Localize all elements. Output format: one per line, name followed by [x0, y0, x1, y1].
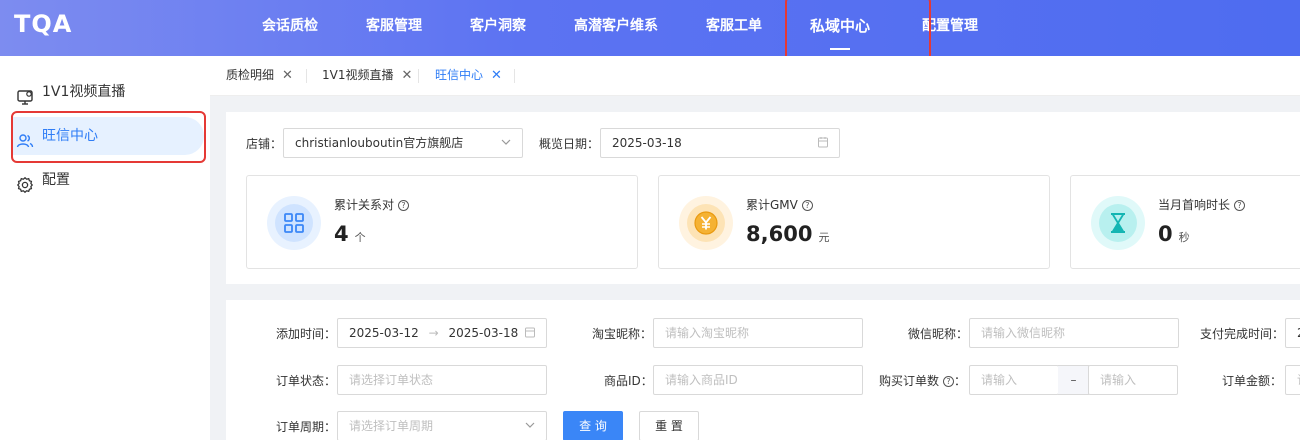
pay-time-picker[interactable]: 2 [1285, 318, 1300, 348]
wechat-nick-input[interactable]: 请输入微信昵称 [969, 318, 1179, 348]
close-icon[interactable]: ✕ [401, 68, 412, 83]
app-logo[interactable]: TQA [14, 10, 72, 38]
yen-icon [679, 196, 733, 250]
chevron-down-icon [524, 412, 536, 440]
gear-icon [16, 171, 34, 194]
nav-session-qc[interactable]: 会话质检 [262, 0, 318, 56]
nav-customer-insight[interactable]: 客户洞察 [470, 0, 526, 56]
stat-card-gmv: 累计GMV? 8,600 元 [658, 175, 1050, 269]
tab-divider [306, 69, 307, 83]
close-icon[interactable]: ✕ [491, 68, 502, 83]
nav-high-potential[interactable]: 高潜客户维系 [574, 0, 658, 56]
monitor-icon [16, 83, 34, 105]
range-separator: – [1058, 365, 1089, 395]
query-button[interactable]: 查 询 [563, 411, 623, 440]
nav-private-domain[interactable]: 私域中心 [810, 0, 870, 56]
reset-button[interactable]: 重 置 [639, 411, 699, 440]
sidebar-item-label: 旺信中心 [42, 128, 98, 144]
range-arrow-icon: → [428, 326, 439, 340]
product-id-input[interactable]: 请输入商品ID [653, 365, 863, 395]
tab-wangxin[interactable]: 旺信中心 ✕ [435, 56, 502, 96]
sidebar-item-label: 配置 [42, 172, 70, 188]
tab-qc-detail[interactable]: 质检明细 ✕ [226, 56, 293, 96]
pay-time-label: 支付完成时间： [1200, 327, 1285, 341]
nav-config-management[interactable]: 配置管理 [922, 0, 978, 56]
stat-unit: 秒 [1178, 231, 1190, 244]
order-status-select[interactable]: 请选择订单状态 [337, 365, 547, 395]
tab-label: 1V1视频直播 [322, 68, 394, 82]
order-amount-label: 订单金额： [1222, 374, 1283, 388]
overview-date-picker[interactable]: 2025-03-18 [600, 128, 840, 158]
order-status-label: 订单状态： [276, 374, 337, 388]
chevron-down-icon [500, 129, 512, 157]
grid-icon [267, 196, 321, 250]
taobao-nick-input[interactable]: 请输入淘宝昵称 [653, 318, 863, 348]
order-cycle-placeholder: 请选择订单周期 [349, 419, 434, 433]
stat-unit: 个 [354, 231, 366, 244]
overview-date-value: 2025-03-18 [612, 136, 682, 150]
add-time-label: 添加时间： [276, 327, 337, 341]
buy-count-max-input[interactable]: 请输入 [1088, 365, 1178, 395]
tab-label: 旺信中心 [435, 68, 484, 82]
tab-divider [514, 69, 515, 83]
stat-unit: 元 [818, 231, 830, 244]
taobao-nick-label: 淘宝昵称： [592, 327, 653, 341]
question-icon[interactable]: ? [1234, 200, 1246, 211]
nav-active-indicator [830, 48, 850, 50]
shop-label: 店铺： [246, 137, 283, 151]
sidebar: 1V1视频直播 旺信中心 配置 [0, 56, 210, 440]
tab-label: 质检明细 [226, 68, 275, 82]
stat-card-first-response: 当月首响时长? 0秒 [1070, 175, 1300, 269]
add-time-end: 2025-03-18 [448, 326, 519, 340]
product-id-label: 商品ID： [604, 374, 653, 388]
tab-divider [418, 69, 419, 83]
nav-private-domain-label: 私域中心 [810, 17, 871, 35]
stat-card-relations: 累计关系对? 4个 [246, 175, 638, 269]
sidebar-item-wangxin[interactable]: 旺信中心 [12, 117, 204, 155]
stat-value: 4个 [334, 222, 366, 246]
calendar-icon [524, 319, 536, 347]
question-icon[interactable]: ? [943, 376, 955, 387]
question-icon[interactable]: ? [398, 200, 410, 211]
sidebar-item-config[interactable]: 配置 [12, 161, 204, 199]
order-cycle-select[interactable]: 请选择订单周期 [337, 411, 547, 440]
calendar-icon [817, 129, 829, 157]
date-label: 概览日期： [539, 137, 600, 151]
wechat-nick-label: 微信昵称： [908, 327, 969, 341]
close-icon[interactable]: ✕ [282, 68, 293, 83]
nav-cs-ticket[interactable]: 客服工单 [706, 0, 762, 56]
add-time-range-picker[interactable]: 2025-03-12 → 2025-03-18 [337, 318, 547, 348]
shop-select-value: christianlouboutin官方旗舰店 [295, 136, 464, 150]
shop-select[interactable]: christianlouboutin官方旗舰店 [283, 128, 523, 158]
order-amount-input[interactable]: 请 [1285, 365, 1300, 395]
order-cycle-label: 订单周期： [276, 420, 337, 434]
stat-value: 0秒 [1158, 222, 1190, 246]
question-icon[interactable]: ? [801, 200, 813, 211]
sidebar-item-label: 1V1视频直播 [42, 84, 126, 100]
buy-count-min-input[interactable]: 请输入 [969, 365, 1059, 395]
stat-label: 累计关系对? [334, 196, 410, 213]
stat-value: 8,600 元 [746, 222, 830, 246]
sidebar-item-video-live[interactable]: 1V1视频直播 [12, 73, 204, 111]
add-time-start: 2025-03-12 [349, 326, 419, 340]
hourglass-icon [1091, 196, 1145, 250]
stat-label: 累计GMV? [746, 196, 813, 213]
tab-video-live[interactable]: 1V1视频直播 ✕ [322, 56, 412, 96]
top-nav: TQA 会话质检 客服管理 客户洞察 高潜客户维系 客服工单 私域中心 配置管理 [0, 0, 1300, 56]
nav-cs-management[interactable]: 客服管理 [366, 0, 422, 56]
buy-count-label: 购买订单数?： [879, 374, 967, 388]
overview-panel: 店铺： christianlouboutin官方旗舰店 概览日期： 2025-0… [226, 112, 1300, 284]
users-icon [16, 127, 34, 148]
stat-label: 当月首响时长? [1158, 196, 1246, 213]
tabs-bar: 质检明细 ✕ 1V1视频直播 ✕ 旺信中心 ✕ [210, 56, 1300, 96]
filter-panel: 添加时间： 2025-03-12 → 2025-03-18 淘宝昵称： 请输入淘… [226, 300, 1300, 440]
